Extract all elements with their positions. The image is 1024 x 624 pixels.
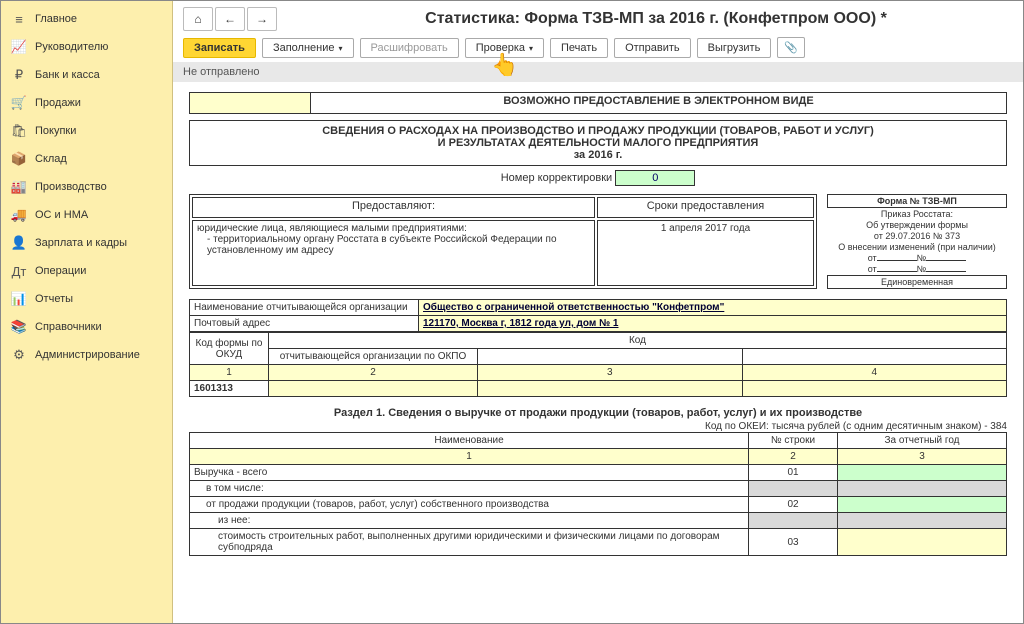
check-button[interactable]: Проверка▾ [465, 38, 544, 58]
header-left-cell[interactable] [189, 92, 311, 114]
row01-value[interactable] [838, 465, 1007, 481]
sidebar-item-3[interactable]: 🛒 Продажи [1, 89, 172, 117]
sidebar-icon: 👤 [11, 235, 27, 251]
sidebar-icon: ⚙ [11, 347, 27, 363]
sidebar-label: Склад [35, 153, 67, 165]
sidebar-label: Главное [35, 13, 77, 25]
sidebar-icon: Дт [11, 263, 27, 279]
form-info-box: Форма № ТЗВ-МП Приказ Росстата: Об утвер… [827, 194, 1007, 289]
status-bar: Не отправлено ✦ 👆 [173, 62, 1023, 82]
back-button[interactable]: ← [215, 7, 245, 31]
sidebar-item-8[interactable]: 👤 Зарплата и кадры [1, 229, 172, 257]
sidebar-label: ОС и НМА [35, 209, 88, 221]
forward-button[interactable]: → [247, 7, 277, 31]
sidebar-label: Администрирование [35, 349, 140, 361]
decode-button[interactable]: Расшифровать [360, 38, 459, 58]
sidebar-icon: 🛍 [11, 123, 27, 139]
sidebar-item-0[interactable]: ≡ Главное [1, 5, 172, 33]
sidebar-icon: ≡ [11, 11, 27, 27]
sidebar-icon: 📊 [11, 291, 27, 307]
sidebar-icon: 🚚 [11, 207, 27, 223]
print-button[interactable]: Печать [550, 38, 608, 58]
sidebar-label: Операции [35, 265, 86, 277]
sparkle-icon: ✦ [493, 56, 506, 76]
sidebar-item-5[interactable]: 📦 Склад [1, 145, 172, 173]
sidebar-icon: 📦 [11, 151, 27, 167]
sidebar-item-2[interactable]: ₽ Банк и касса [1, 61, 172, 89]
electronic-header: ВОЗМОЖНО ПРЕДОСТАВЛЕНИЕ В ЭЛЕКТРОННОМ ВИ… [311, 92, 1007, 114]
sidebar-label: Справочники [35, 321, 102, 333]
sidebar-item-9[interactable]: Дт Операции [1, 257, 172, 285]
sidebar-label: Покупки [35, 125, 76, 137]
provide-table: Предоставляют:Сроки предоставления юриди… [189, 194, 817, 289]
sidebar-label: Производство [35, 181, 107, 193]
send-button[interactable]: Отправить [614, 38, 691, 58]
fill-button[interactable]: Заполнение▾ [262, 38, 354, 58]
main-header-box: СВЕДЕНИЯ О РАСХОДАХ НА ПРОИЗВОДСТВО И ПР… [189, 120, 1007, 166]
correction-row: Номер корректировки 0 [189, 170, 1007, 186]
upload-button[interactable]: Выгрузить [697, 38, 772, 58]
sidebar-icon: ₽ [11, 67, 27, 83]
sidebar-item-1[interactable]: 📈 Руководителю [1, 33, 172, 61]
document-area[interactable]: ВОЗМОЖНО ПРЕДОСТАВЛЕНИЕ В ЭЛЕКТРОННОМ ВИ… [173, 82, 1023, 623]
org-name-cell[interactable]: Общество с ограниченной ответственностью… [419, 300, 1007, 316]
sidebar-label: Банк и касса [35, 69, 100, 81]
sidebar-label: Отчеты [35, 293, 73, 305]
row03-value[interactable] [838, 529, 1007, 556]
save-button[interactable]: Записать [183, 38, 256, 58]
row02-value[interactable] [838, 497, 1007, 513]
address-cell[interactable]: 121170, Москва г, 1812 года ул, дом № 1 [419, 316, 1007, 332]
okei-label: Код по ОКЕИ: тысяча рублей (с одним деся… [189, 421, 1007, 432]
attach-button[interactable]: 📎 [777, 37, 805, 58]
code-table: Код формы по ОКУД Код отчитывающейся орг… [189, 332, 1007, 397]
sidebar-item-10[interactable]: 📊 Отчеты [1, 285, 172, 313]
sidebar-item-12[interactable]: ⚙ Администрирование [1, 341, 172, 369]
sidebar-label: Зарплата и кадры [35, 237, 127, 249]
toolbar: Записать Заполнение▾ Расшифровать Провер… [173, 33, 1023, 62]
title-bar: ⌂ ← → Статистика: Форма ТЗВ-МП за 2016 г… [173, 1, 1023, 33]
sidebar-item-7[interactable]: 🚚 ОС и НМА [1, 201, 172, 229]
sidebar-item-4[interactable]: 🛍 Покупки [1, 117, 172, 145]
sidebar-item-6[interactable]: 🏭 Производство [1, 173, 172, 201]
sidebar-label: Продажи [35, 97, 81, 109]
data-table: Наименование№ строкиЗа отчетный год 123 … [189, 432, 1007, 556]
sidebar-label: Руководителю [35, 41, 108, 53]
home-button[interactable]: ⌂ [183, 7, 213, 31]
sidebar-icon: 🏭 [11, 179, 27, 195]
org-table: Наименование отчитывающейся организации … [189, 299, 1007, 332]
page-title: Статистика: Форма ТЗВ-МП за 2016 г. (Кон… [299, 10, 1013, 28]
sidebar-icon: 🛒 [11, 95, 27, 111]
section1-title: Раздел 1. Сведения о выручке от продажи … [189, 407, 1007, 419]
okpo-cell[interactable] [269, 381, 478, 397]
sidebar: ≡ Главное 📈 Руководителю ₽ Банк и касса 🛒 Прода… [1, 1, 173, 623]
sidebar-item-11[interactable]: 📚 Справочники [1, 313, 172, 341]
sidebar-icon: 📚 [11, 319, 27, 335]
sidebar-icon: 📈 [11, 39, 27, 55]
correction-value[interactable]: 0 [615, 170, 695, 186]
